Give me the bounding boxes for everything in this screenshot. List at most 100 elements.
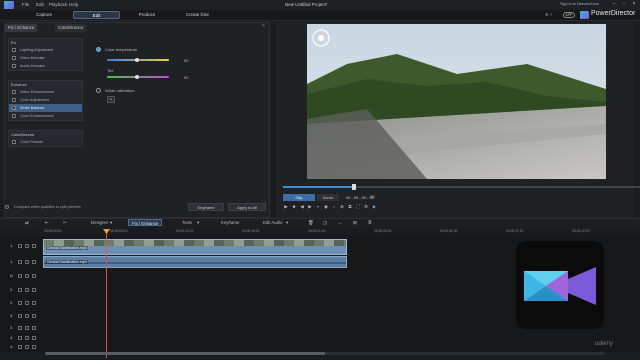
radio-white-calibration[interactable] [96, 88, 101, 93]
track-header-video-2[interactable]: 2. [0, 284, 43, 296]
menu-playback[interactable]: Playback [49, 2, 67, 7]
panel-close-icon[interactable]: × [262, 23, 265, 29]
track-lock-icon[interactable] [25, 301, 29, 305]
tab-produce[interactable]: Produce [132, 11, 162, 19]
mix-icon[interactable]: ⊞ [353, 219, 357, 226]
checkbox[interactable] [12, 114, 16, 118]
track-toggle-icon[interactable] [18, 244, 22, 248]
fit-icon[interactable]: ↔ [338, 219, 342, 226]
tab-fix-enhance[interactable]: Fix / Enhance [5, 24, 38, 32]
track-visible-icon[interactable] [32, 314, 36, 318]
checkbox[interactable] [12, 48, 16, 52]
track-header-audio-1[interactable]: 1. [0, 256, 43, 268]
option-audio-denoise[interactable]: Audio Denoise [9, 62, 82, 70]
track-toggle-icon[interactable] [18, 288, 22, 292]
track-toggle-icon[interactable] [18, 345, 22, 349]
track-lock-icon[interactable] [25, 326, 29, 330]
timeline-view-icon[interactable]: ⇄ [25, 219, 29, 226]
checkbox-checked[interactable]: ✓ [12, 106, 16, 111]
tab-capture[interactable]: Capture [30, 11, 58, 19]
tab-colordirector[interactable]: ColorDirector [55, 24, 87, 32]
tab-create-disc[interactable]: Create Disc [180, 11, 215, 19]
next-frame-icon[interactable]: ▶ [307, 204, 313, 210]
track-toggle-icon[interactable] [18, 336, 22, 340]
3d-icon[interactable]: ◆ [371, 204, 377, 210]
split-icon[interactable]: ⇤ [45, 219, 49, 226]
checkbox[interactable] [12, 64, 16, 68]
menu-edit[interactable]: Edit [36, 2, 44, 7]
video-clip[interactable]: Gimbal.Stabilization.mp4 [43, 239, 347, 255]
keyframe-button[interactable]: Keyframe [188, 203, 224, 211]
option-lighting-adjustment[interactable]: Lighting Adjustment [9, 46, 82, 54]
timeline-scrollbar-thumb[interactable] [45, 352, 325, 355]
signin-link[interactable]: Sign in to DirectorZone [560, 2, 599, 6]
maximize-icon[interactable]: ▫ [620, 1, 628, 8]
trash-icon[interactable]: 🗑 [308, 219, 313, 226]
track-header-video-1[interactable]: 1. [0, 240, 43, 252]
help-icon[interactable]: ⚙ ? [545, 12, 552, 17]
compare-checkbox[interactable] [5, 205, 9, 209]
designer-dropdown-icon[interactable]: ▾ [110, 219, 112, 226]
track-toggle-icon[interactable] [18, 274, 22, 278]
zoom-icon[interactable]: ⊕ [339, 204, 345, 210]
track-visible-icon[interactable] [32, 326, 36, 330]
track-header-audio-2[interactable]: 2. [0, 297, 43, 309]
track-header-video-3[interactable]: 3. [0, 310, 43, 322]
play-icon[interactable]: ▶ [283, 204, 289, 210]
track-visible-icon[interactable] [32, 301, 36, 305]
checkbox[interactable] [12, 98, 16, 102]
cut-icon[interactable]: ✂ [63, 219, 67, 226]
edit-audio-button[interactable]: Edit Audio [263, 219, 282, 226]
track-visible-icon[interactable] [32, 244, 36, 248]
keyframe-toolbar-button[interactable]: Keyframe [221, 219, 239, 226]
track-lock-icon[interactable] [25, 336, 29, 340]
playhead[interactable] [106, 229, 107, 358]
option-color-presets[interactable]: Color Presets [9, 138, 82, 146]
checkbox[interactable] [12, 56, 16, 60]
track-toggle-icon[interactable] [18, 314, 22, 318]
apply-to-all-button[interactable]: Apply to All [228, 203, 266, 211]
radio-color-temperature[interactable] [96, 47, 101, 52]
track-toggle-icon[interactable] [18, 301, 22, 305]
clip-mode-button[interactable]: Clip [283, 194, 315, 201]
track-visible-icon[interactable] [32, 345, 36, 349]
stop-icon[interactable]: ■ [291, 204, 297, 210]
edit-audio-dropdown-icon[interactable]: ▾ [286, 219, 288, 226]
track-header-audio-4[interactable]: 4. [0, 341, 43, 353]
volume-icon[interactable]: ♪ [331, 204, 337, 210]
track-visible-icon[interactable] [32, 288, 36, 292]
layers-icon[interactable]: ≣ [368, 219, 372, 226]
fast-forward-icon[interactable]: » [315, 204, 321, 210]
track-lock-icon[interactable] [25, 274, 29, 278]
scrub-handle[interactable] [352, 184, 356, 190]
audio-clip[interactable]: Gimbal.Stabilization.mp4 [43, 256, 347, 268]
track-visible-icon[interactable] [32, 274, 36, 278]
undock-icon[interactable]: ⧉ [347, 204, 353, 210]
scrub-track[interactable] [353, 186, 640, 188]
track-visible-icon[interactable] [32, 336, 36, 340]
track-lock-icon[interactable] [25, 345, 29, 349]
eyedropper-icon[interactable]: ✎ [107, 96, 115, 103]
tab-edit[interactable]: Edit [73, 11, 120, 19]
tint-knob[interactable] [135, 75, 139, 79]
timeline-ruler[interactable] [43, 229, 640, 236]
settings-icon[interactable]: ⚙ [363, 204, 369, 210]
track-toggle-icon[interactable] [18, 260, 22, 264]
close-icon[interactable]: × [630, 1, 638, 8]
movie-mode-button[interactable]: Movie [317, 194, 339, 201]
track-lock-icon[interactable] [25, 260, 29, 264]
track-lock-icon[interactable] [25, 288, 29, 292]
designer-button[interactable]: Designer [91, 219, 108, 226]
tools-dropdown-icon[interactable]: ▾ [197, 219, 199, 226]
minimize-icon[interactable]: – [610, 1, 618, 8]
prev-frame-icon[interactable]: ◀ [299, 204, 305, 210]
track-toggle-icon[interactable] [18, 326, 22, 330]
track-lock-icon[interactable] [25, 314, 29, 318]
menu-help[interactable]: Help [69, 2, 78, 7]
checkbox[interactable] [12, 90, 16, 94]
track-visible-icon[interactable] [32, 260, 36, 264]
tools-button[interactable]: Tools [182, 219, 192, 226]
option-white-balance[interactable]: ✓ White Balance [9, 104, 82, 112]
fullscreen-icon[interactable]: ⛶ [355, 204, 361, 210]
color-temperature-knob[interactable] [135, 58, 139, 62]
